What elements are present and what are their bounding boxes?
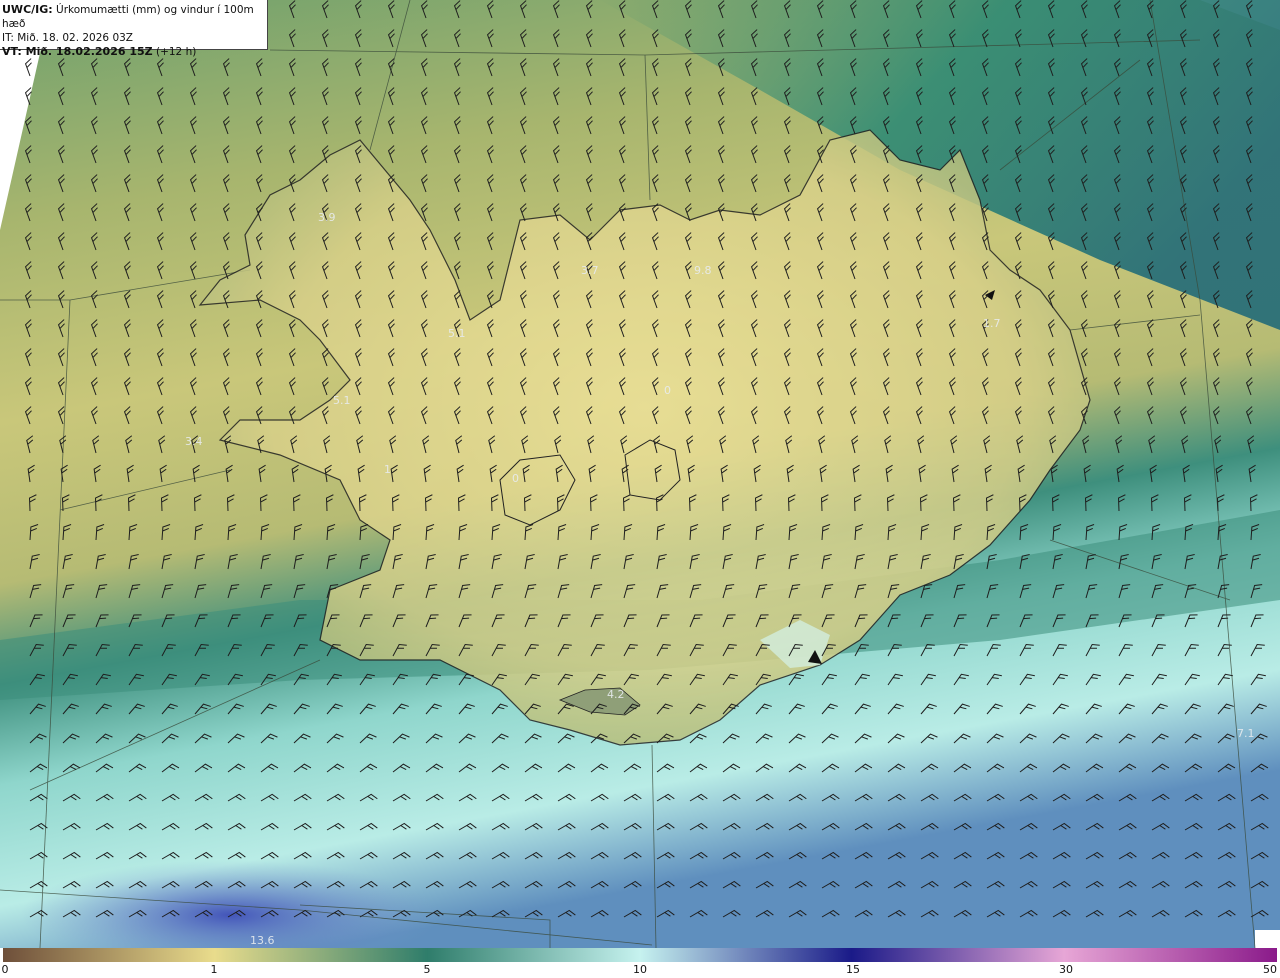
colorbar-tick: 0 [1, 963, 9, 976]
valid-time: VT: Mið. 18.02.2026 15Z [2, 45, 153, 58]
map-value-label: 1.7 [983, 317, 1001, 330]
map-value-label: 13.6 [250, 934, 275, 947]
colorbar-tick: 30 [1059, 963, 1073, 976]
colorbar-strip [3, 948, 1277, 962]
map-value-label: 1 [384, 463, 391, 476]
map-value-label: 7.1 [1237, 727, 1255, 740]
map-value-label: 5.1 [448, 327, 466, 340]
colorbar-tick: 15 [846, 963, 860, 976]
map-value-label: 3.4 [185, 435, 203, 448]
map-value-label: 5.1 [333, 394, 351, 407]
title-box: UWC/IG: Úrkomumætti (mm) og vindur í 100… [0, 0, 268, 58]
map-value-label: 0 [664, 384, 671, 397]
colorbar-tick: 1 [210, 963, 218, 976]
model-prefix: UWC/IG: [2, 3, 53, 16]
initial-time: IT: Mið. 18. 02. 2026 03Z [2, 32, 133, 44]
map-value-label: 3.9 [318, 211, 336, 224]
precipitation-field [0, 0, 1280, 948]
colorbar: 0 1 5 10 15 30 50 [0, 948, 1280, 978]
colorbar-tick: 10 [633, 963, 647, 976]
valid-time-line: VT: Mið. 18.02.2026 15Z (+12 h) [2, 45, 267, 59]
map-value-label: 0 [512, 472, 519, 485]
colorbar-tick: 5 [423, 963, 431, 976]
map-view[interactable]: UWC/IG: Úrkomumætti (mm) og vindur í 100… [0, 0, 1280, 948]
map-value-label: 4.2 [607, 688, 625, 701]
forecast-offset: (+12 h) [155, 46, 197, 58]
map-value-label: 9.8 [694, 264, 712, 277]
title-line: UWC/IG: Úrkomumætti (mm) og vindur í 100… [2, 3, 267, 31]
map-value-label: 3.7 [581, 264, 599, 277]
colorbar-tick: 50 [1263, 963, 1277, 976]
